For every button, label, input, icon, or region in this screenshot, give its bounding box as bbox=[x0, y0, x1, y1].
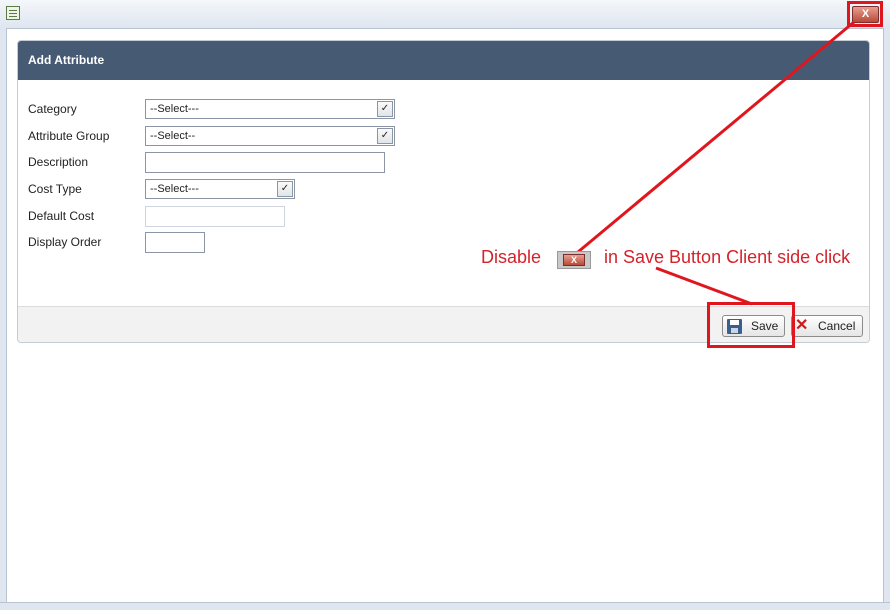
close-button-illustration: X bbox=[557, 251, 591, 269]
save-highlight-box bbox=[707, 302, 795, 348]
arrow-to-close bbox=[577, 20, 855, 254]
arrow-to-save bbox=[655, 266, 753, 306]
annotation-prefix: Disable bbox=[481, 247, 542, 267]
close-icon: X bbox=[563, 254, 585, 266]
close-highlight-box bbox=[847, 1, 883, 27]
annotation-suffix: in Save Button Client side click bbox=[604, 247, 851, 267]
